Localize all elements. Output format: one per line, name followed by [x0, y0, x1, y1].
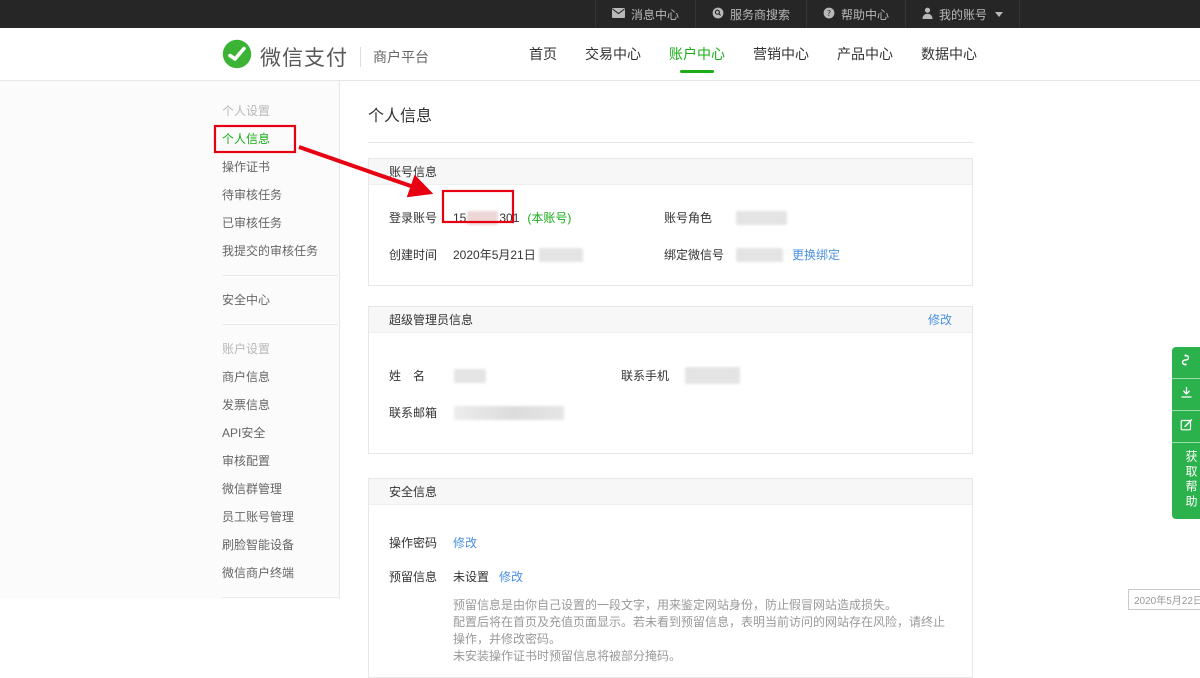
login-account-value: 15 301 (本账号) [453, 209, 571, 226]
topbar: 消息中心 服务商搜索 ? 帮助中心 我的账号 [0, 0, 1200, 28]
nav-item-product[interactable]: 产品中心 [833, 28, 897, 80]
sidebar-group-personal-settings: 个人设置 [222, 97, 339, 125]
help-widget: 获取帮助 [1172, 347, 1200, 519]
sidebar-divider [222, 275, 338, 276]
page-title: 个人信息 [368, 102, 973, 143]
login-account-redacted [467, 211, 498, 225]
nav-item-marketing[interactable]: 营销中心 [749, 28, 813, 80]
created-time-redacted [539, 248, 583, 262]
main-nav: 首页 交易中心 账户中心 营销中心 产品中心 数据中心 [525, 28, 981, 80]
super-admin-section: 超级管理员信息 修改 姓 名 联系手机 联系邮箱 [368, 306, 973, 454]
reserved-info-label: 预留信息 [389, 568, 453, 585]
caret-down-icon [995, 12, 1003, 17]
login-account-prefix: 15 [453, 211, 466, 225]
download-icon [1180, 386, 1193, 404]
reserved-info-edit-link[interactable]: 修改 [499, 568, 523, 585]
nav-item-data[interactable]: 数据中心 [917, 28, 981, 80]
sidebar-item-review-config[interactable]: 审核配置 [222, 447, 339, 475]
topbar-item-label: 消息中心 [631, 6, 679, 23]
contact-phone-label: 联系手机 [621, 367, 685, 384]
sidebar-divider [222, 597, 338, 598]
current-account-tag: (本账号) [527, 209, 571, 226]
admin-name-redacted [454, 369, 486, 383]
topbar-item-label: 我的账号 [939, 6, 987, 23]
sidebar-item-invoice-info[interactable]: 发票信息 [222, 391, 339, 419]
account-role-label: 账号角色 [664, 209, 736, 226]
security-section-title: 安全信息 [389, 483, 437, 500]
brand-portal-label: 商户平台 [373, 47, 429, 67]
sidebar-item-reviewed-tasks[interactable]: 已审核任务 [222, 209, 339, 237]
admin-section-title: 超级管理员信息 [389, 311, 473, 328]
svg-text:?: ? [827, 9, 831, 18]
get-help-button[interactable]: 获取帮助 [1172, 443, 1200, 519]
sidebar-item-staff-account-mgmt[interactable]: 员工账号管理 [222, 503, 339, 531]
login-account-label: 登录账号 [389, 209, 453, 226]
download-button[interactable] [1172, 379, 1200, 411]
nav-item-account[interactable]: 账户中心 [665, 28, 729, 80]
admin-edit-link[interactable]: 修改 [928, 311, 952, 328]
sidebar-group-account-settings: 账户设置 [222, 335, 339, 363]
user-icon [922, 7, 933, 22]
operation-password-label: 操作密码 [389, 534, 453, 551]
description-line: 预留信息是由你自己设置的一段文字，用来鉴定网站身份，防止假冒网站造成损失。 [453, 597, 952, 614]
account-role-redacted [736, 211, 787, 225]
account-info-section: 账号信息 登录账号 15 301 (本账号) 账号角色 [368, 158, 973, 286]
reserved-info-description: 预留信息是由你自己设置的一段文字，用来鉴定网站身份，防止假冒网站造成损失。 配置… [453, 597, 952, 665]
envelope-icon [612, 7, 625, 21]
sidebar-item-wechat-group-mgmt[interactable]: 微信群管理 [222, 475, 339, 503]
date-tooltip: 2020年5月22日 [1128, 589, 1200, 610]
sidebar-item-api-security[interactable]: API安全 [222, 419, 339, 447]
contact-email-redacted [454, 406, 564, 420]
sidebar-item-face-smart-device[interactable]: 刷脸智能设备 [222, 531, 339, 559]
description-line: 未安装操作证书时预留信息将被部分掩码。 [453, 648, 952, 665]
change-binding-link[interactable]: 更换绑定 [792, 246, 840, 263]
sidebar-item-merchant-info[interactable]: 商户信息 [222, 363, 339, 391]
edit-icon [1180, 418, 1193, 436]
main-content: 个人信息 账号信息 登录账号 15 301 (本账号) 账号角色 [341, 81, 1200, 599]
topbar-item-label: 服务商搜索 [730, 6, 790, 23]
contact-service-button[interactable] [1172, 347, 1200, 379]
brand[interactable]: 微信支付 商户平台 [222, 39, 429, 74]
sidebar-item-my-submitted-review-tasks[interactable]: 我提交的审核任务 [222, 237, 339, 265]
operation-password-edit-link[interactable]: 修改 [453, 534, 477, 551]
hook-icon [1180, 353, 1192, 372]
description-line: 配置后将在首页及充值页面显示。若未看到预留信息，表明当前访问的网站存在风险，请终… [453, 614, 952, 648]
sidebar-divider [222, 324, 338, 325]
created-time-value: 2020年5月21日 [453, 246, 583, 263]
bound-wechat-redacted [736, 248, 783, 262]
reserved-info-value: 未设置 [453, 568, 489, 585]
question-icon: ? [823, 7, 835, 22]
wechat-pay-logo-icon [222, 39, 252, 74]
feedback-button[interactable] [1172, 411, 1200, 443]
bound-wechat-label: 绑定微信号 [664, 246, 736, 263]
login-account-suffix: 301 [499, 211, 519, 225]
nav-item-transaction[interactable]: 交易中心 [581, 28, 645, 80]
header: 微信支付 商户平台 首页 交易中心 账户中心 营销中心 产品中心 数据中心 [0, 28, 1200, 81]
admin-name-label: 姓 名 [389, 367, 454, 384]
topbar-message-center[interactable]: 消息中心 [595, 0, 695, 28]
topbar-sp-search[interactable]: 服务商搜索 [695, 0, 806, 28]
created-time-text: 2020年5月21日 [453, 246, 536, 263]
sidebar-item-wechat-merchant-terminal[interactable]: 微信商户终端 [222, 559, 339, 587]
contact-email-label: 联系邮箱 [389, 404, 454, 421]
nav-item-home[interactable]: 首页 [525, 28, 561, 80]
topbar-my-account[interactable]: 我的账号 [905, 0, 1020, 28]
sidebar: 个人设置 个人信息 操作证书 待审核任务 已审核任务 我提交的审核任务 安全中心… [0, 81, 340, 599]
topbar-item-label: 帮助中心 [841, 6, 889, 23]
contact-phone-redacted [685, 367, 740, 384]
sidebar-item-operation-cert[interactable]: 操作证书 [222, 153, 339, 181]
created-time-label: 创建时间 [389, 246, 453, 263]
sidebar-item-personal-info[interactable]: 个人信息 [222, 125, 339, 153]
sidebar-item-pending-review-tasks[interactable]: 待审核任务 [222, 181, 339, 209]
brand-name: 微信支付 [260, 42, 348, 72]
security-info-section: 安全信息 操作密码 修改 预留信息 未设置 修改 预留信息是由你自己设置的一段文… [368, 478, 973, 678]
topbar-help-center[interactable]: ? 帮助中心 [806, 0, 905, 28]
account-section-title: 账号信息 [389, 163, 437, 180]
search-icon [712, 7, 724, 22]
sidebar-item-security-center[interactable]: 安全中心 [222, 286, 339, 314]
brand-divider [360, 47, 361, 67]
